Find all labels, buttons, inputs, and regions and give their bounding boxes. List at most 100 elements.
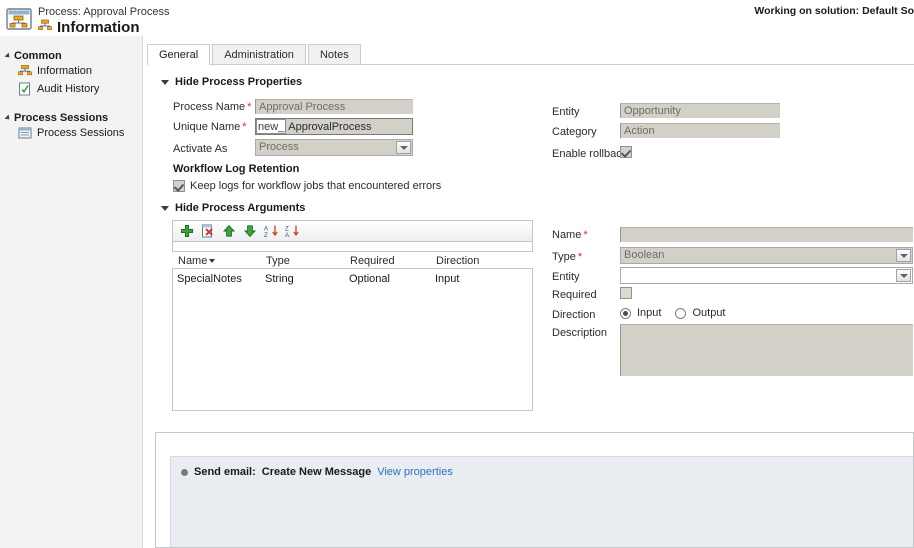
main-content: Hide Process Properties Process Name * Ap… (147, 65, 914, 548)
green-plus-icon[interactable] (180, 224, 194, 238)
radio-input-label[interactable]: Input (637, 307, 661, 319)
sort-caret-icon (209, 259, 216, 264)
direction-radio-group: Input Output (620, 307, 726, 319)
green-up-arrow-icon[interactable] (222, 224, 236, 238)
solution-context-label: Working on solution: Default So (754, 5, 914, 17)
process-node-icon (18, 64, 32, 78)
label-activate-as: Activate As (173, 143, 228, 155)
entity-input[interactable]: Opportunity (620, 103, 780, 118)
arguments-toolbar: A Z Z A (173, 221, 532, 242)
label-argument-required: Required (552, 289, 597, 301)
activate-as-select[interactable]: Process (255, 139, 413, 156)
radio-input[interactable] (620, 307, 631, 319)
radio-output[interactable] (675, 307, 687, 319)
step-target: Create New Message (261, 466, 372, 478)
tab-notes[interactable]: Notes (307, 44, 361, 65)
list-item[interactable]: Send email: Create New Message View prop… (171, 457, 913, 478)
steps-strip: Send email: Create New Message View prop… (170, 456, 913, 547)
column-header-required[interactable]: Required (348, 255, 434, 267)
label-argument-type: Type * (552, 251, 582, 263)
sidebar-group-label: Process Sessions (14, 112, 109, 124)
delete-page-icon[interactable] (201, 224, 215, 238)
cell-required: Optional (349, 273, 390, 285)
sidebar-group-process-sessions: Process Sessions Process Sessions (0, 112, 142, 142)
keep-logs-row[interactable]: Keep logs for workflow jobs that encount… (173, 180, 441, 192)
audit-history-icon (18, 82, 32, 96)
section-header-process-properties[interactable]: Hide Process Properties (161, 76, 302, 88)
label-unique-name: Unique Name * (173, 121, 247, 133)
sidebar-item-information[interactable]: Information (0, 62, 142, 80)
sidebar-item-process-sessions[interactable]: Process Sessions (0, 124, 142, 142)
topbar: Process: Approval Process Information Wo… (0, 0, 914, 36)
chevron-down-icon[interactable] (896, 249, 911, 262)
sidebar-group-header-common[interactable]: Common (0, 50, 142, 62)
label-text: Name (552, 229, 582, 241)
enable-rollback-checkbox[interactable] (620, 146, 632, 158)
sidebar-group-header-process-sessions[interactable]: Process Sessions (0, 112, 142, 124)
unique-name-input[interactable]: ApprovalProcess (287, 121, 371, 133)
label-argument-name: Name * (552, 229, 588, 241)
step-action: Send email: (194, 466, 256, 478)
label-process-name: Process Name * (173, 101, 251, 113)
category-input[interactable]: Action (620, 123, 780, 138)
tab-general[interactable]: General (147, 44, 211, 65)
process-window-icon (6, 8, 32, 30)
workflow-log-retention-heading: Workflow Log Retention (173, 163, 300, 175)
keep-logs-label: Keep logs for workflow jobs that encount… (190, 180, 442, 192)
unique-name-field[interactable]: new_ ApprovalProcess (255, 118, 413, 135)
tab-administration[interactable]: Administration (212, 44, 306, 65)
section-header-process-arguments[interactable]: Hide Process Arguments (161, 202, 305, 214)
keep-logs-checkbox[interactable] (173, 180, 185, 192)
label-argument-entity: Entity (552, 271, 580, 283)
sidebar-item-label: Process Sessions (37, 127, 125, 139)
argument-type-value: Boolean (624, 249, 665, 261)
label-argument-description: Description (552, 327, 608, 339)
page-title-row: Information (38, 19, 140, 36)
table-row[interactable]: SpecialNotes String Optional Input (173, 269, 532, 289)
chevron-down-icon (161, 205, 169, 211)
argument-name-input[interactable] (620, 227, 913, 242)
process-name-input[interactable]: Approval Process (255, 99, 413, 114)
argument-type-select[interactable]: Boolean (620, 247, 913, 264)
column-header-name[interactable]: Name (176, 255, 264, 267)
svg-text:A: A (285, 232, 290, 238)
argument-entity-select[interactable] (620, 267, 913, 284)
unique-name-prefix: new_ (256, 119, 287, 134)
radio-output-label[interactable]: Output (692, 307, 725, 319)
process-node-icon (38, 19, 52, 36)
sidebar-item-label: Audit History (37, 83, 100, 95)
process-sessions-icon (18, 126, 32, 140)
argument-required-checkbox[interactable] (620, 287, 632, 299)
required-asterisk: * (247, 101, 252, 113)
arguments-list: SpecialNotes String Optional Input (172, 268, 533, 411)
required-asterisk: * (242, 121, 247, 133)
cell-name: SpecialNotes (177, 273, 242, 285)
view-properties-link[interactable]: View properties (377, 466, 453, 478)
process-subtitle: Process: Approval Process (38, 6, 170, 18)
section-label: Hide Process Properties (175, 76, 303, 88)
label-text: Process Name (173, 101, 246, 113)
cell-direction: Input (435, 273, 460, 285)
arguments-toolbar-container: A Z Z A (172, 220, 533, 252)
expander-icon (4, 52, 12, 60)
sidebar: Common Information Audit History Process… (0, 36, 143, 548)
expander-icon (4, 114, 12, 122)
chevron-down-icon[interactable] (396, 141, 411, 154)
column-header-direction[interactable]: Direction (434, 255, 504, 267)
svg-text:Z: Z (264, 232, 268, 238)
column-header-label: Name (178, 255, 208, 267)
sort-z-a-icon[interactable]: Z A (285, 224, 299, 239)
sort-a-z-icon[interactable]: A Z (264, 224, 278, 239)
chevron-down-icon[interactable] (896, 269, 911, 282)
cell-type: String (265, 273, 294, 285)
required-asterisk: * (583, 229, 588, 241)
required-asterisk: * (577, 251, 583, 263)
green-down-arrow-icon[interactable] (243, 224, 257, 238)
label-enable-rollback: Enable rollback (552, 148, 628, 160)
column-header-type[interactable]: Type (264, 255, 348, 267)
label-entity: Entity (552, 106, 580, 118)
sidebar-item-audit-history[interactable]: Audit History (0, 80, 142, 98)
argument-description-textarea[interactable] (620, 324, 913, 376)
steps-panel: Send email: Create New Message View prop… (155, 432, 914, 548)
sidebar-item-label: Information (37, 65, 93, 77)
